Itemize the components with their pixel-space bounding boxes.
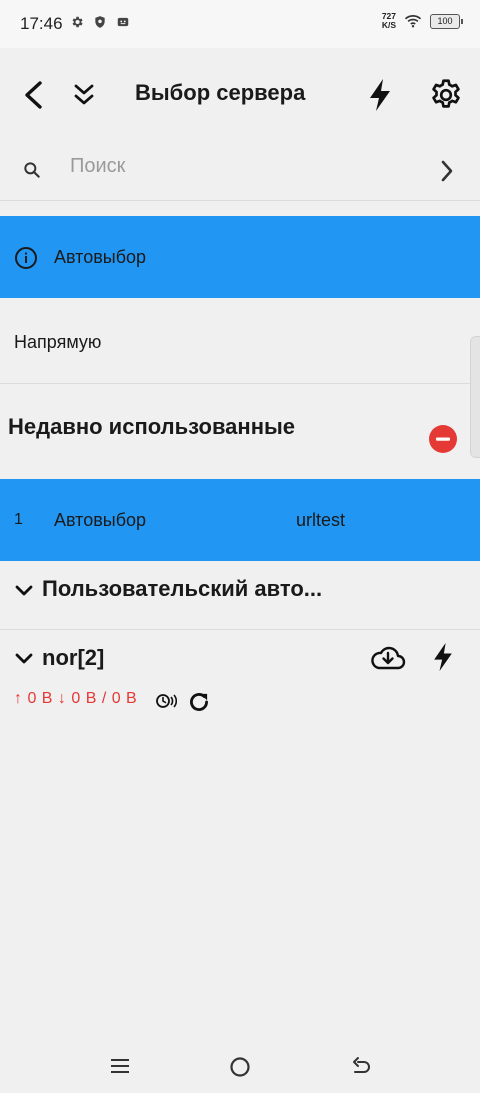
gear-icon xyxy=(428,77,464,113)
back-icon xyxy=(20,80,46,110)
nor-group-header[interactable]: nor[2] xyxy=(0,636,360,680)
recent-item-row[interactable]: 1 Автовыбор urltest xyxy=(0,479,480,561)
app-notif-icon xyxy=(116,15,130,29)
cloud-download-icon xyxy=(370,643,406,671)
double-chevron-down-icon xyxy=(72,82,96,108)
menu-nav-button[interactable] xyxy=(110,1057,130,1075)
chevron-down-icon xyxy=(14,648,34,668)
group-test-latency-button[interactable] xyxy=(432,642,454,672)
search-divider xyxy=(0,200,480,201)
latency-test-button[interactable] xyxy=(155,692,177,710)
wifi-icon xyxy=(404,14,422,28)
gear-notif-icon xyxy=(70,15,84,29)
recent-item-index: 1 xyxy=(14,511,23,528)
bolt-icon xyxy=(368,78,392,112)
status-notification-icons xyxy=(70,15,130,29)
refresh-button[interactable] xyxy=(186,689,212,715)
page-title: Выбор сервера xyxy=(135,80,306,105)
home-circle-icon xyxy=(229,1056,251,1078)
traffic-stats: ↑ 0 B ↓ 0 B / 0 B xyxy=(14,690,138,707)
refresh-icon xyxy=(186,689,212,715)
status-time: 17:46 xyxy=(20,14,63,33)
menu-icon xyxy=(110,1057,130,1075)
back-button[interactable] xyxy=(20,80,46,110)
update-subscription-button[interactable] xyxy=(370,643,406,671)
edge-handle[interactable] xyxy=(470,336,480,458)
custom-auto-group-title: Пользовательский авто... xyxy=(42,576,323,601)
remove-circle-icon xyxy=(428,424,458,454)
status-right: 727 K/S 100 xyxy=(382,12,463,30)
auto-select-label: Автовыбор xyxy=(54,247,147,267)
search-input[interactable]: Поиск xyxy=(70,155,125,178)
system-nav-bar xyxy=(0,1040,480,1093)
collapse-all-button[interactable] xyxy=(72,82,96,108)
auto-select-row[interactable]: Автовыбор xyxy=(0,216,480,298)
direct-label: Напрямую xyxy=(14,332,102,352)
direct-row[interactable]: Напрямую xyxy=(0,300,480,382)
nor-group-title: nor[2] xyxy=(42,645,105,670)
search-icon xyxy=(22,160,42,180)
back-nav-button[interactable] xyxy=(350,1056,372,1078)
group-divider xyxy=(0,629,480,630)
custom-auto-group-header[interactable]: Пользовательский авто... xyxy=(0,566,480,626)
recent-section-title: Недавно использованные xyxy=(8,414,296,439)
home-nav-button[interactable] xyxy=(229,1056,251,1078)
clock-signal-icon xyxy=(155,692,177,710)
net-speed: 727 K/S xyxy=(382,12,396,30)
search-button[interactable] xyxy=(22,160,42,180)
info-icon xyxy=(14,246,38,270)
clear-recent-button[interactable] xyxy=(428,424,458,454)
battery-indicator: 100 xyxy=(430,13,463,29)
shield-notif-icon xyxy=(93,15,107,29)
status-bar: 17:46 727 K/S 100 xyxy=(0,0,480,48)
direct-divider xyxy=(0,383,480,384)
recent-item-name: Автовыбор xyxy=(54,510,147,530)
back-arrow-icon xyxy=(350,1056,372,1078)
test-latency-button[interactable] xyxy=(368,78,392,112)
chevron-down-icon xyxy=(14,580,34,600)
recent-item-type: urltest xyxy=(296,510,346,530)
bolt-icon xyxy=(432,642,454,672)
net-speed-unit: K/S xyxy=(381,20,396,30)
chevron-right-icon xyxy=(438,158,456,184)
settings-button[interactable] xyxy=(428,77,464,113)
search-submit-button[interactable] xyxy=(438,158,456,184)
